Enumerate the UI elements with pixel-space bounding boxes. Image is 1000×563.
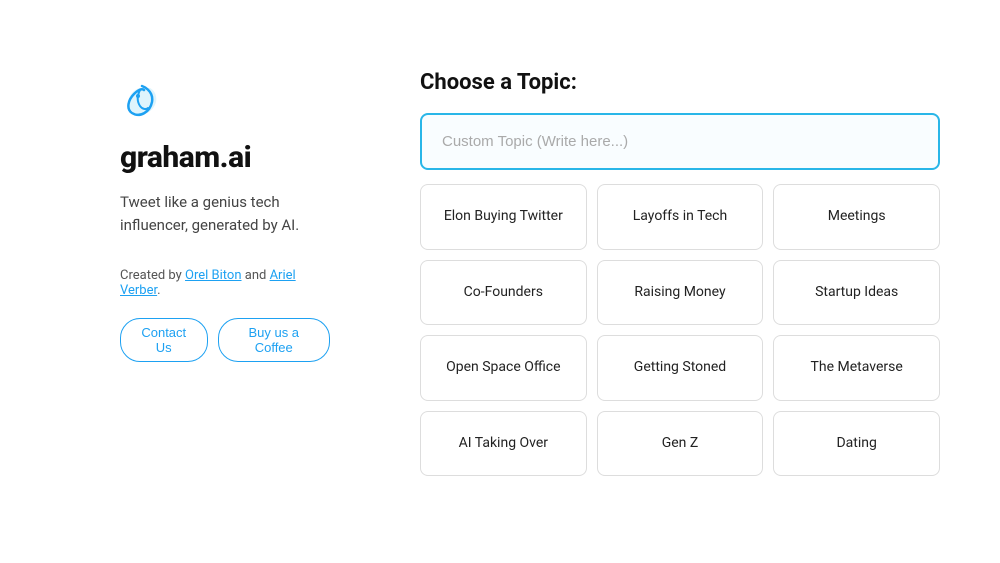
- topic-card[interactable]: Startup Ideas: [773, 260, 940, 326]
- contact-us-button[interactable]: Contact Us: [120, 318, 208, 362]
- topic-card[interactable]: AI Taking Over: [420, 411, 587, 477]
- credits: Created by Orel Biton and Ariel Verber.: [120, 268, 330, 298]
- topic-card[interactable]: Gen Z: [597, 411, 764, 477]
- credits-prefix: Created by: [120, 268, 185, 283]
- topic-card[interactable]: Co-Founders: [420, 260, 587, 326]
- topic-card[interactable]: Layoffs in Tech: [597, 184, 764, 250]
- topic-card[interactable]: Raising Money: [597, 260, 764, 326]
- brand-name: graham.ai: [120, 140, 330, 175]
- topics-grid: Elon Buying TwitterLayoffs in TechMeetin…: [420, 184, 940, 476]
- topic-card[interactable]: Dating: [773, 411, 940, 477]
- topic-card[interactable]: Open Space Office: [420, 335, 587, 401]
- brand-logo-icon: [120, 80, 164, 124]
- credits-suffix: .: [157, 283, 160, 298]
- right-panel: Choose a Topic: Elon Buying TwitterLayof…: [380, 0, 1000, 563]
- section-title: Choose a Topic:: [420, 70, 940, 95]
- tagline: Tweet like a genius tech influencer, gen…: [120, 191, 330, 236]
- credits-and: and: [242, 268, 270, 283]
- topic-card[interactable]: Elon Buying Twitter: [420, 184, 587, 250]
- action-buttons: Contact Us Buy us a Coffee: [120, 318, 330, 362]
- custom-topic-input[interactable]: [420, 113, 940, 170]
- buy-coffee-button[interactable]: Buy us a Coffee: [218, 318, 331, 362]
- topic-card[interactable]: Meetings: [773, 184, 940, 250]
- topic-card[interactable]: Getting Stoned: [597, 335, 764, 401]
- left-panel: graham.ai Tweet like a genius tech influ…: [0, 0, 380, 563]
- topic-card[interactable]: The Metaverse: [773, 335, 940, 401]
- creator1-link[interactable]: Orel Biton: [185, 268, 242, 283]
